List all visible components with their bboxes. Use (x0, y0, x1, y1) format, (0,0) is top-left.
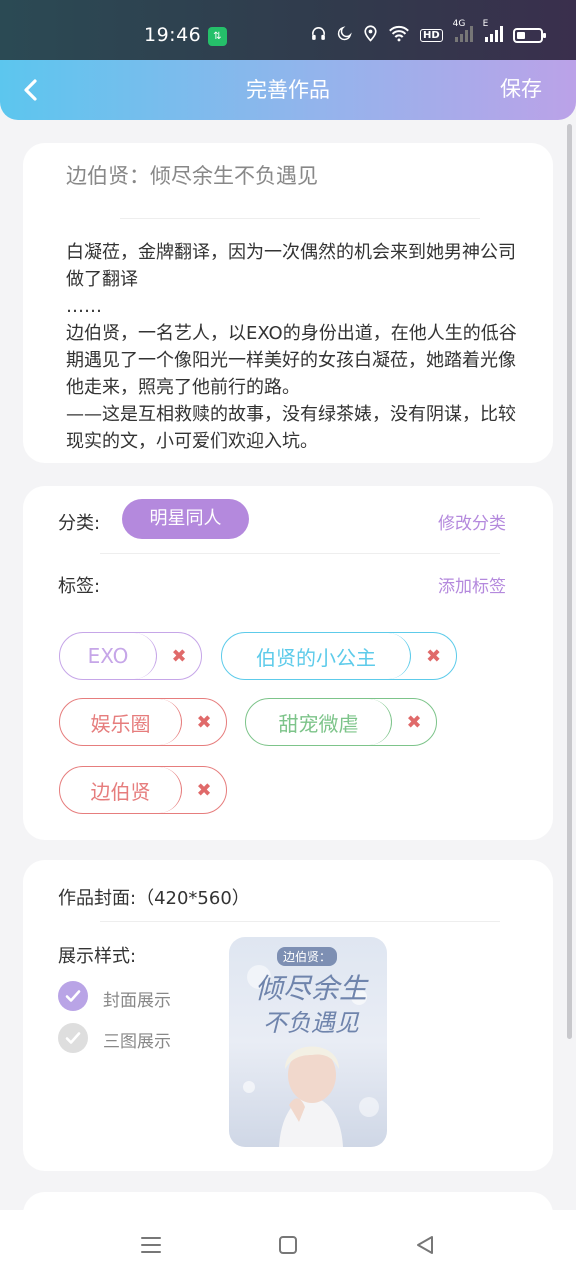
divider (100, 553, 500, 554)
home-nav-button[interactable] (273, 1230, 303, 1260)
divider (100, 921, 500, 922)
tag-label: EXO (60, 633, 157, 679)
change-category-button[interactable]: 修改分类 (438, 509, 506, 534)
remove-tag-icon[interactable]: ✖ (182, 767, 226, 813)
moon-icon (337, 25, 353, 45)
menu-nav-button[interactable] (136, 1230, 166, 1260)
tag-chip: 甜宠微虐 ✖ (245, 698, 437, 746)
tag-chip: EXO ✖ (59, 632, 202, 680)
check-icon (65, 1032, 81, 1044)
back-triangle-icon (417, 1236, 433, 1254)
home-square-icon (279, 1236, 297, 1254)
work-title-input[interactable]: 边伯贤：倾尽余生不负遇见 (66, 160, 318, 190)
wifi-icon (388, 25, 410, 46)
remove-tag-icon[interactable]: ✖ (411, 633, 456, 679)
network-e-label: E (482, 18, 489, 29)
menu-icon (141, 1237, 161, 1253)
radio-three-image-display[interactable] (58, 1023, 88, 1053)
tags-label: 标签: (58, 576, 101, 597)
cover-title-line1: 倾尽余生 (255, 972, 368, 1005)
save-button[interactable]: 保存 (500, 73, 542, 103)
radio-cover-display[interactable] (58, 981, 88, 1011)
add-tag-button[interactable]: 添加标签 (438, 572, 506, 597)
headphones-icon (310, 25, 327, 46)
status-time: 19:46 (144, 24, 202, 46)
hd-badge: HD (420, 28, 443, 42)
back-nav-button[interactable] (410, 1230, 440, 1260)
tag-label: 娱乐圈 (60, 699, 182, 745)
cover-title-line2: 不负遇见 (263, 1009, 359, 1037)
signal-e-icon: E (483, 19, 503, 46)
cover-image[interactable]: 边伯贤： 倾尽余生 不负遇见 (229, 937, 387, 1147)
remove-tag-icon[interactable]: ✖ (182, 699, 226, 745)
radio-label: 三图展示 (103, 1032, 171, 1052)
data-transfer-icon: ⇅ (208, 27, 227, 46)
tag-chip: 伯贤的小公主 ✖ (221, 632, 457, 680)
remove-tag-icon[interactable]: ✖ (392, 699, 436, 745)
battery-icon (512, 27, 546, 43)
tag-chip: 娱乐圈 ✖ (59, 698, 227, 746)
status-icons: HD 4G E (310, 19, 546, 46)
scrollbar-thumb[interactable] (567, 124, 572, 1039)
check-icon (65, 990, 81, 1002)
tag-label: 边伯贤 (60, 767, 182, 813)
location-icon (363, 24, 378, 46)
tag-label: 甜宠微虐 (246, 699, 392, 745)
signal-4g-icon: 4G (453, 19, 473, 46)
tag-label: 伯贤的小公主 (222, 633, 411, 679)
app-header: 完善作品 保存 (0, 60, 576, 120)
category-pill: 明星同人 (122, 499, 249, 539)
cover-label: 作品封面:（420*560） (58, 888, 250, 909)
tag-chip: 边伯贤 ✖ (59, 766, 227, 814)
radio-label: 封面展示 (103, 991, 171, 1011)
network-4g-label: 4G (452, 18, 466, 29)
page-title: 完善作品 (246, 78, 330, 102)
remove-tag-icon[interactable]: ✖ (157, 633, 201, 679)
category-label: 分类: (58, 513, 101, 534)
divider (120, 218, 480, 219)
cover-tag-text: 边伯贤： (277, 947, 338, 966)
display-style-label: 展示样式: (58, 946, 137, 967)
synopsis-textarea[interactable]: 白凝莅，金牌翻译，因为一次偶然的机会来到她男神公司做了翻译 …… 边伯贤，一名艺… (66, 239, 526, 455)
system-nav-bar (0, 1210, 576, 1280)
